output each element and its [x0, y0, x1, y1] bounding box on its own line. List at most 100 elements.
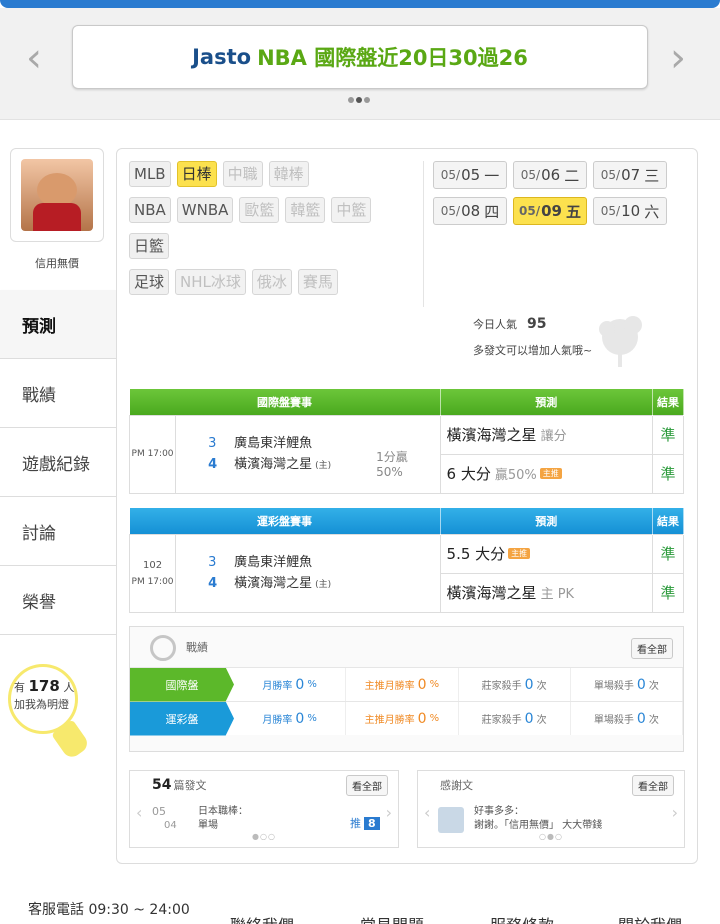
home-mark: (主) [315, 580, 332, 590]
view-all-record-button[interactable]: 看全部 [631, 638, 673, 659]
category-chip[interactable]: 韓棒 [268, 161, 309, 187]
push-label: 推 [350, 817, 361, 830]
record-row-label: 國際盤 [165, 678, 199, 692]
table-header: 運彩盤賽事 [129, 508, 441, 534]
post-date-top: 05 [152, 805, 166, 818]
record-title: 戰績 [186, 641, 208, 654]
category-chip[interactable]: NBA [129, 197, 171, 223]
footer: 客服電話 09:30 ~ 24:00 聯絡我們 常見問題 服務條款 關於我們 [0, 890, 720, 924]
metric-unit: 次 [536, 681, 547, 692]
category-chip[interactable]: MLB [129, 161, 171, 187]
date-weekday: 四 [484, 202, 500, 221]
handicap-odds: 1分贏 50% [376, 450, 408, 480]
metric-label: 單場殺手 [593, 715, 634, 726]
date-picker: 05/05 一 05/06 二 05/07 三 05/08 四 05/09 五 05/10 六 [433, 161, 683, 225]
chevron-left-icon[interactable]: ‹ [424, 803, 430, 822]
category-chip[interactable]: 賽馬 [297, 269, 338, 295]
sidebar-item-honor[interactable]: 榮譽 [0, 566, 116, 635]
date-month: 05/ [519, 204, 541, 218]
date-button[interactable]: 05/09 五 [513, 197, 587, 225]
sidebar-item-predict[interactable]: 預測 [0, 290, 116, 359]
category-chip[interactable]: 歐籃 [239, 197, 280, 223]
prediction-cell: 6 大分 贏50% 主推 [439, 453, 653, 494]
matchup[interactable]: 3 廣島東洋鯉魚 4 橫濱海灣之星 (主) [175, 533, 441, 613]
category-chip[interactable]: 日籃 [129, 233, 170, 259]
view-all-thanks-button[interactable]: 看全部 [632, 775, 674, 796]
posts-count: 54 [152, 777, 172, 793]
popularity-label: 今日人氣 [473, 318, 517, 331]
date-day: 09 [541, 202, 562, 220]
footer-link-faq[interactable]: 常見問題 [360, 912, 424, 924]
date-weekday: 二 [564, 166, 580, 185]
metric-unit: % [307, 713, 317, 724]
metric-label: 莊家殺手 [481, 681, 522, 692]
metric-label: 月勝率 [262, 715, 293, 726]
main-panel: MLB 日棒 中職 韓棒 NBA WNBA 歐籃 韓籃 中籃 日籃 足球 NHL冰球 俄冰 賽馬 0… [116, 148, 698, 864]
pager-dot[interactable] [356, 97, 362, 103]
post-item[interactable]: 日本職棒： 單場 [198, 805, 248, 833]
away-team: 廣島東洋鯉魚 [234, 555, 313, 570]
category-chip[interactable]: 足球 [129, 269, 170, 295]
pager-dot[interactable] [348, 97, 354, 103]
record-summary: 戰績 看全部 國際盤 月勝率 0% 主推月勝率 0% 莊家殺手 0 次單場殺手 0 次運彩盤 月勝率… [129, 626, 684, 752]
banner: ‹ Jasto NBA 國際盤近20日30過26 › [0, 8, 720, 120]
game-time: PM 17:00 [128, 414, 177, 494]
date-day: 10 [621, 202, 641, 220]
sidebar-item-record[interactable]: 戰績 [0, 359, 116, 428]
thanks-item[interactable]: 好事多多： 謝謝。「信用無價」 大大帶錢 [474, 805, 602, 833]
odds-line1: 1分贏 [376, 449, 408, 464]
footer-link-about[interactable]: 關於我們 [618, 912, 682, 924]
date-button[interactable]: 05/06 二 [513, 161, 587, 189]
view-all-posts-button[interactable]: 看全部 [346, 775, 388, 796]
category-filter: MLB 日棒 中職 韓棒 NBA WNBA 歐籃 韓籃 中籃 日籃 足球 NHL冰球 俄冰 賽馬 [129, 161, 419, 305]
chevron-right-icon[interactable]: › [670, 38, 686, 78]
chevron-left-icon[interactable]: ‹ [26, 38, 42, 78]
banner-title-main: NBA 國際盤近20日30過26 [257, 46, 528, 70]
date-month: 05/ [600, 204, 621, 218]
metric-value: 0 [295, 710, 305, 727]
category-chip[interactable]: 韓籃 [285, 197, 326, 223]
sidebar-item-game-log[interactable]: 遊戲紀錄 [0, 428, 116, 497]
pager-dot[interactable] [364, 97, 370, 103]
home-mark: (主) [315, 461, 332, 471]
category-chip[interactable]: 日棒 [176, 161, 217, 187]
support-phone: 客服電話 09:30 ~ 24:00 [28, 902, 190, 918]
lottery-game-table: 運彩盤賽事 預測 結果 102 PM 17:00 3 廣島東洋鯉魚 4 橫濱海灣之星… [128, 508, 685, 613]
chevron-right-icon[interactable]: › [386, 803, 392, 822]
date-weekday: 五 [565, 202, 581, 221]
home-team: 橫濱海灣之星 [234, 576, 313, 591]
category-chip[interactable]: 中籃 [331, 197, 372, 223]
avatar-card[interactable] [10, 148, 104, 242]
popularity-hint: 多發文可以增加人氣哦~ [473, 344, 593, 357]
date-month: 05/ [440, 204, 461, 218]
metric-value: 0 [417, 676, 427, 693]
date-button[interactable]: 05/10 六 [593, 197, 667, 225]
chevron-left-icon[interactable]: ‹ [136, 803, 142, 822]
banner-headline[interactable]: Jasto NBA 國際盤近20日30過26 [72, 25, 648, 89]
date-button[interactable]: 05/07 三 [593, 161, 667, 189]
footer-link-terms[interactable]: 服務條款 [490, 912, 554, 924]
date-day: 05 [461, 166, 481, 184]
chevron-right-icon[interactable]: › [672, 803, 678, 822]
date-button[interactable]: 05/08 四 [433, 197, 507, 225]
metric-unit: 次 [648, 715, 659, 726]
post-sub: 單場 [198, 820, 218, 831]
fans-counter[interactable]: 有 178 人 加我為明燈 [14, 678, 84, 713]
date-button[interactable]: 05/05 一 [433, 161, 507, 189]
category-chip[interactable]: 俄冰 [251, 269, 292, 295]
matchup[interactable]: 3 廣島東洋鯉魚 4 橫濱海灣之星 (主) 1分贏 50% [175, 414, 441, 494]
posts-panel: 54 篇發文 看全部 ‹ 05 04 日本職棒： 單場 推8 › ●○○ [129, 770, 399, 848]
category-chip[interactable]: WNBA [176, 197, 234, 223]
category-chip[interactable]: 中職 [222, 161, 263, 187]
date-month: 05/ [440, 168, 461, 182]
record-row-label: 運彩盤 [165, 712, 199, 726]
prediction-pick: 橫濱海灣之星 [446, 584, 537, 602]
sidebar-item-discussion[interactable]: 討論 [0, 497, 116, 566]
footer-link-contact[interactable]: 聯絡我們 [230, 912, 294, 924]
prediction-pick: 5.5 大分 [446, 545, 506, 563]
category-chip[interactable]: NHL冰球 [175, 269, 246, 295]
metric-unit: 次 [536, 715, 547, 726]
metric-value: 0 [636, 676, 646, 693]
date-day: 08 [461, 202, 481, 220]
metric-unit: % [307, 679, 317, 690]
